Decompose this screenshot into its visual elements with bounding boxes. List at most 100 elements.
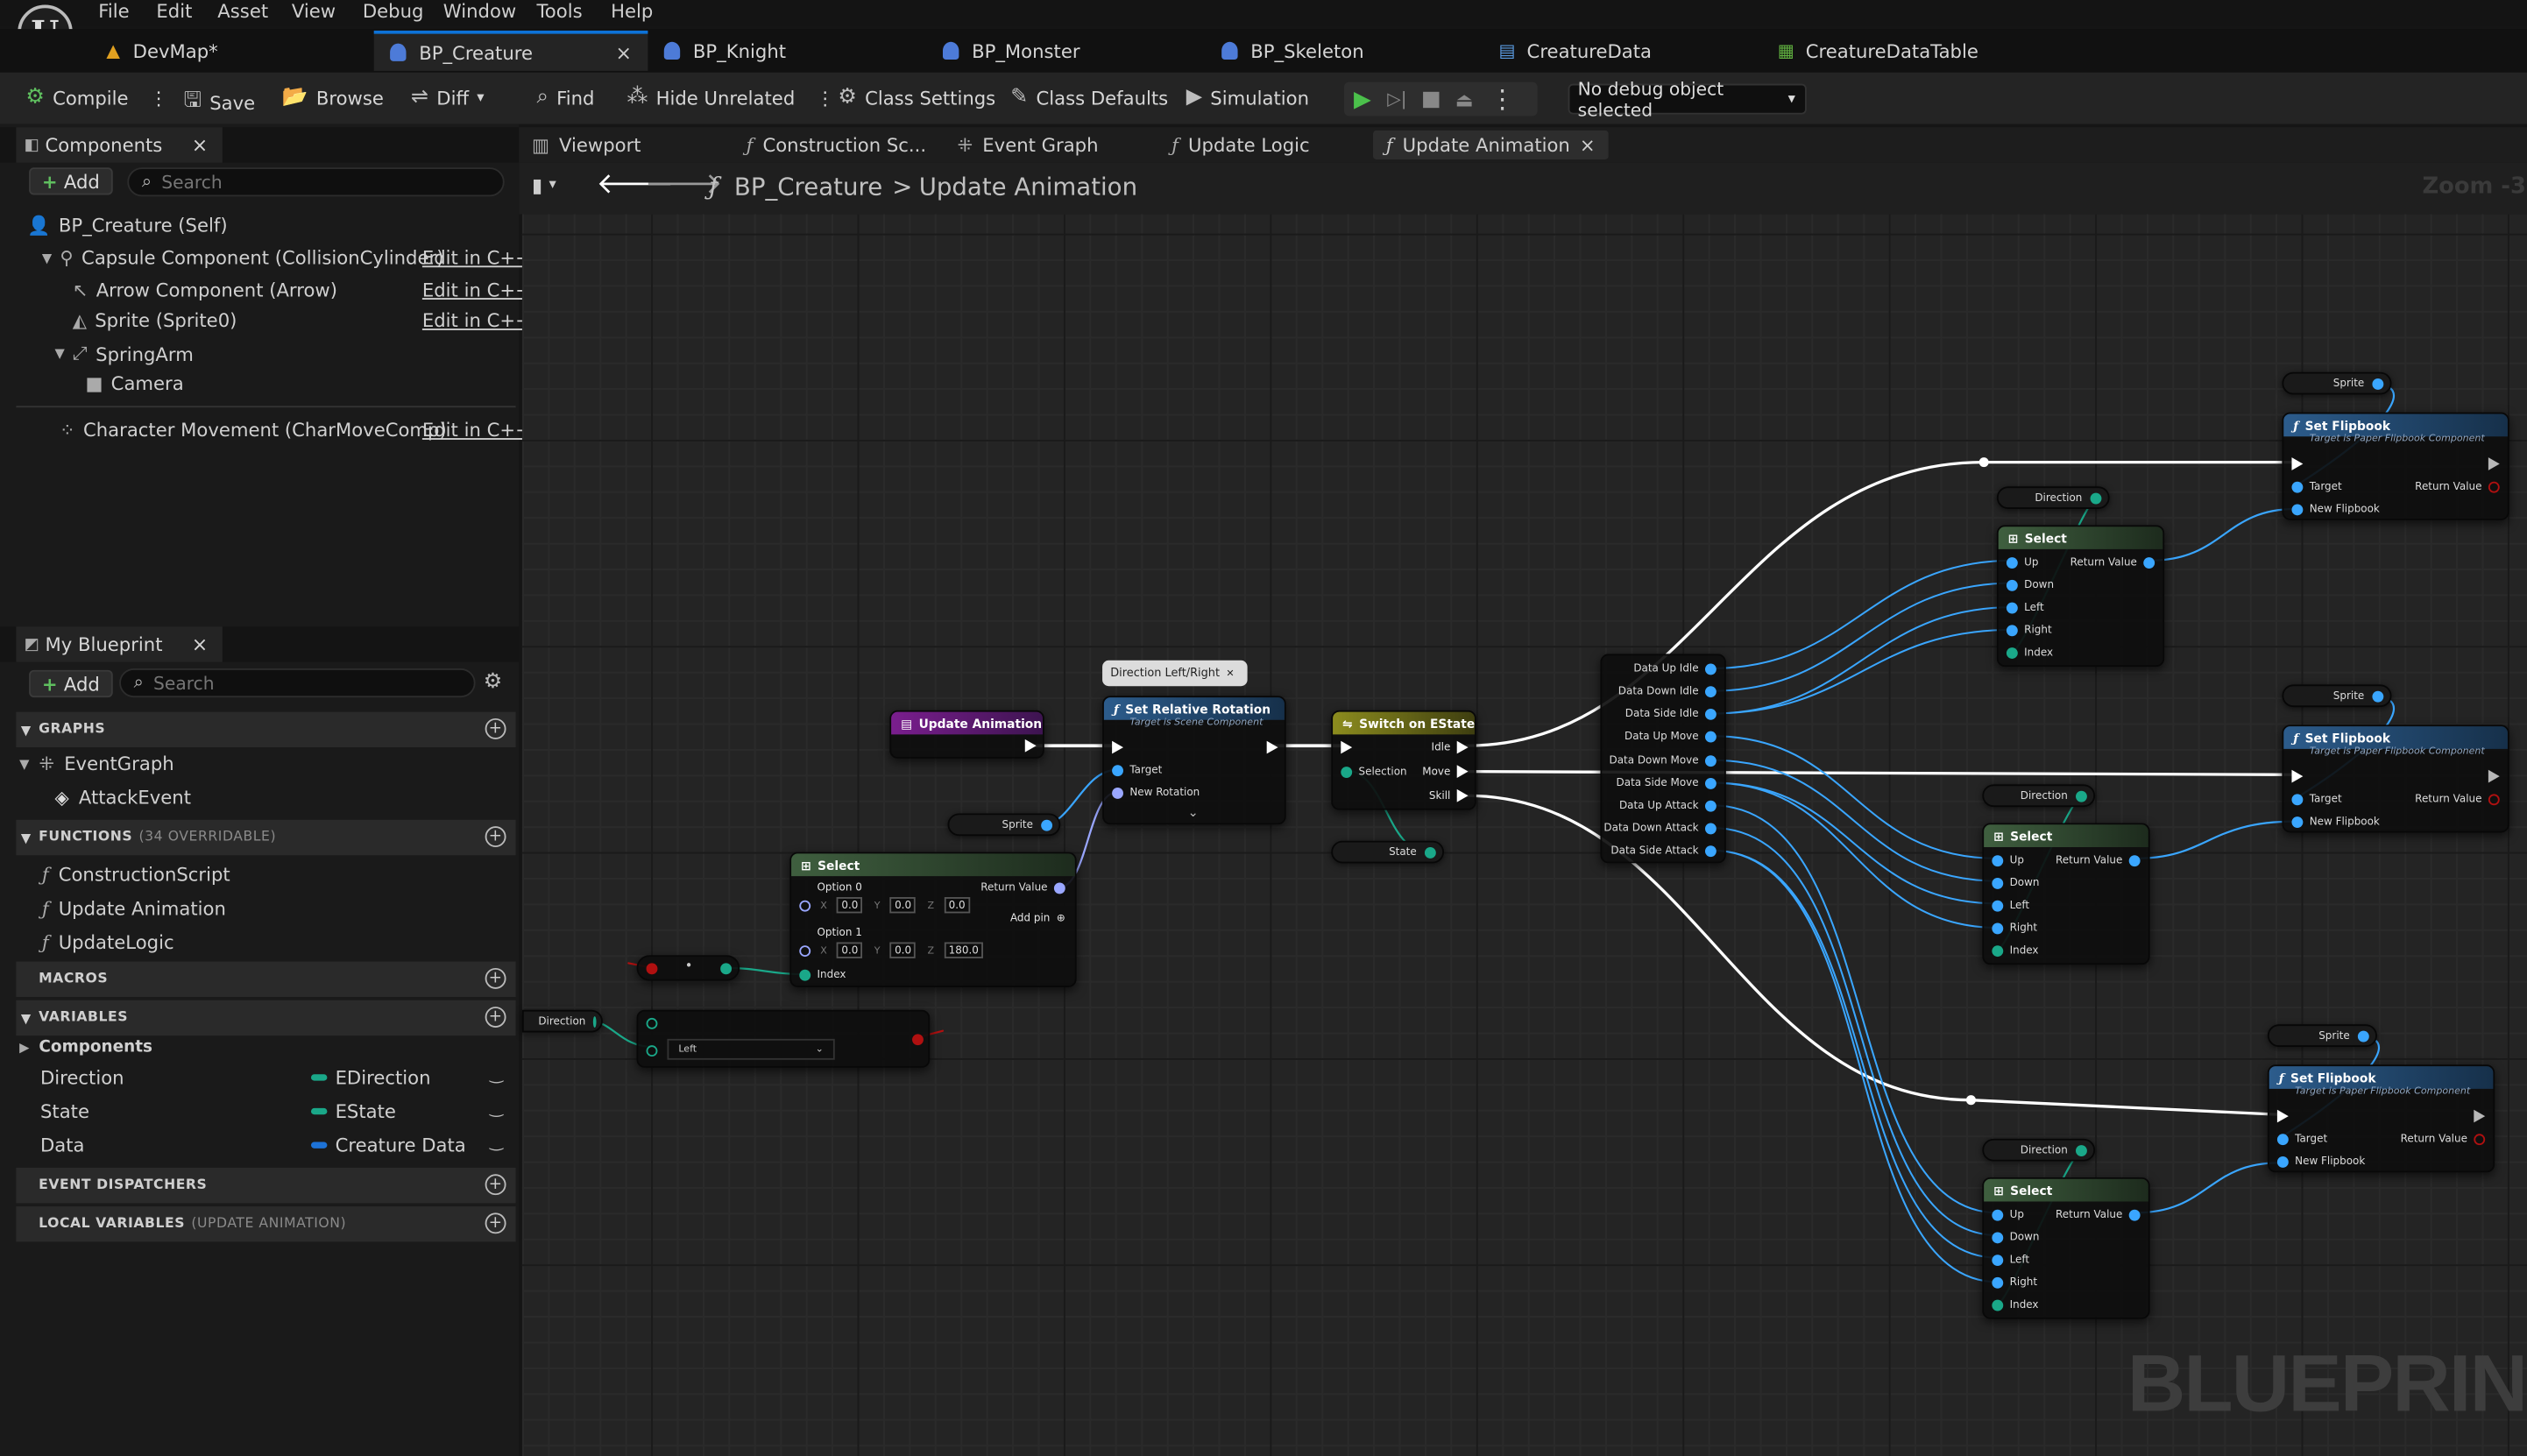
chevron-right-icon[interactable]: ▶ — [19, 1041, 29, 1056]
graph-event-graph[interactable]: ▼ ⁜ EventGraph — [19, 753, 174, 775]
more-options-icon[interactable]: ⋮ — [150, 86, 168, 109]
variables-section-header[interactable]: ▼ VARIABLES + — [16, 1000, 516, 1036]
variable-data[interactable]: Data — [40, 1134, 85, 1156]
variable-get-direction[interactable]: Direction — [1982, 1138, 2096, 1162]
node-equal-direction[interactable]: Left ⌄ — [636, 1009, 931, 1068]
option1-pin[interactable]: X 0.0 Y 0.0 Z 180.0 — [799, 942, 985, 958]
break-pin[interactable]: Data Side Attack — [1610, 844, 1717, 857]
gear-icon[interactable]: ⚙ — [484, 670, 502, 695]
chevron-down-icon[interactable]: ▼ — [55, 346, 65, 361]
compile-button[interactable]: ⚙ Compile ⋮ — [25, 85, 167, 110]
menu-tools[interactable]: Tools — [536, 0, 582, 23]
tab-creature-data[interactable]: ▤ CreatureData — [1499, 31, 1652, 71]
more-options-icon[interactable]: ⋮ — [1490, 84, 1515, 115]
components-search-input[interactable] — [161, 171, 452, 193]
return-value-pin[interactable]: Return Value — [2056, 853, 2141, 866]
component-self[interactable]: 👤 BP_Creature (Self) — [27, 215, 227, 237]
return-value-pin[interactable]: Return Value — [2415, 480, 2500, 493]
exec-in-pin[interactable] — [1341, 740, 1353, 754]
enum-out-pin[interactable] — [720, 963, 733, 975]
enum-in-pin-b[interactable] — [646, 1045, 658, 1057]
return-value-pin[interactable]: Return Value — [2056, 1208, 2141, 1221]
variable-get-state[interactable]: State — [1331, 840, 1445, 864]
functions-section-header[interactable]: ▼ FUNCTIONS (34 OVERRIDABLE) + — [16, 819, 516, 856]
node-set-flipbook-skill[interactable]: ƒ Set Flipbook Target is Paper Flipbook C… — [2267, 1064, 2495, 1173]
tab-bp-monster[interactable]: BP_Monster — [942, 31, 1080, 71]
option0-pin[interactable]: X 0.0 Y 0.0 Z 0.0 — [799, 897, 972, 914]
close-icon[interactable]: × — [615, 41, 632, 64]
node-set-flipbook-move[interactable]: ƒ Set Flipbook Target is Paper Flipbook C… — [2282, 724, 2509, 833]
function-construction-script[interactable]: ƒ ConstructionScript — [42, 863, 230, 886]
target-pin[interactable]: Target — [2291, 480, 2342, 493]
new-rotation-pin[interactable]: New Rotation — [1112, 786, 1200, 799]
return-value-pin[interactable]: Return Value — [2070, 555, 2155, 569]
node-update-animation-entry[interactable]: ▤ Update Animation — [889, 710, 1044, 759]
simulation-button[interactable]: ▶ Simulation — [1186, 85, 1309, 110]
variable-get-direction[interactable]: Direction — [521, 1009, 603, 1033]
option0-z-field[interactable]: 0.0 — [944, 897, 971, 914]
node-switch-on-estate[interactable]: ⇋ Switch on EState Idle Selection Move Sk… — [1331, 710, 1476, 810]
select-pin-down[interactable]: Down — [2006, 578, 2054, 591]
node-set-flipbook-idle[interactable]: ƒ Set Flipbook Target is Paper Flipbook C… — [2282, 412, 2509, 520]
target-pin[interactable]: Target — [2276, 1132, 2327, 1145]
components-tab[interactable]: ◧ Components × — [16, 127, 223, 163]
new-flipbook-pin[interactable]: New Flipbook — [2291, 815, 2380, 828]
node-select-rotation[interactable]: ⊞ Select Option 0 X 0.0 Y 0.0 Z 0.0 Return Val… — [789, 852, 1077, 988]
exec-out-pin[interactable] — [1266, 740, 1278, 754]
variable-get-direction[interactable]: Direction — [1996, 486, 2110, 509]
exec-out-pin[interactable] — [2488, 769, 2500, 783]
comment-bubble[interactable]: Direction Left/Right ✕ — [1102, 660, 1248, 687]
menu-view[interactable]: View — [292, 0, 336, 23]
break-pin[interactable]: Data Up Attack — [1619, 799, 1717, 812]
function-update-animation[interactable]: ƒ Update Animation — [42, 897, 226, 920]
menu-help[interactable]: Help — [611, 0, 653, 23]
component-character-movement[interactable]: ⁘ Character Movement (CharMoveComp) — [60, 419, 447, 442]
tab-bp-creature[interactable]: BP_Creature × — [373, 30, 648, 71]
add-variable-icon[interactable]: + — [485, 1007, 506, 1028]
node-break-creature-data[interactable]: Data Up Idle Data Down Idle Data Side Id… — [1600, 654, 1726, 864]
hide-unrelated-button[interactable]: ⁂ Hide Unrelated ⋮ — [626, 85, 834, 110]
return-value-pin[interactable]: Return Value — [980, 881, 1065, 894]
chevron-down-icon[interactable]: ▼ — [42, 251, 52, 265]
add-function-icon[interactable]: + — [485, 826, 506, 848]
variable-type[interactable]: EDirection — [310, 1066, 430, 1089]
select-pin-left[interactable]: Left — [1992, 1253, 2029, 1266]
break-pin[interactable]: Data Side Idle — [1625, 707, 1717, 720]
variable-get-sprite[interactable]: Sprite — [2282, 371, 2392, 395]
blueprint-graph-canvas[interactable] — [521, 214, 2527, 1456]
exec-out-pin[interactable] — [2488, 457, 2500, 470]
variable-direction[interactable]: Direction — [40, 1066, 124, 1089]
node-select-move-flipbook[interactable]: ⊞ Select Up Return Value Down Left Right … — [1982, 823, 2150, 965]
break-pin[interactable]: Data Up Move — [1624, 730, 1717, 743]
node-select-attack-flipbook[interactable]: ⊞ Select Up Return Value Down Left Right … — [1982, 1177, 2150, 1319]
close-icon[interactable]: × — [1580, 134, 1596, 157]
event-attack[interactable]: ◈ AttackEvent — [55, 786, 191, 809]
component-springarm[interactable]: ▼ ⤢ SpringArm — [55, 342, 194, 366]
browse-button[interactable]: 📂 Browse — [282, 85, 384, 110]
select-pin-right[interactable]: Right — [1992, 1276, 2037, 1289]
node-select-idle-flipbook[interactable]: ⊞ Select Up Return Value Down Left Right … — [1996, 525, 2165, 668]
visibility-eye-icon[interactable]: ‿ — [490, 1134, 503, 1151]
tab-bp-knight[interactable]: BP_Knight — [663, 31, 786, 71]
target-pin[interactable]: Target — [1112, 763, 1162, 776]
exec-in-pin[interactable] — [2276, 1109, 2289, 1123]
break-pin[interactable]: Data Up Idle — [1633, 662, 1717, 675]
variable-type[interactable]: Creature Data — [310, 1134, 466, 1156]
close-icon[interactable]: × — [192, 633, 209, 656]
select-pin-index[interactable]: Index — [1992, 944, 2039, 957]
variable-type[interactable]: EState — [310, 1100, 396, 1122]
select-pin-right[interactable]: Right — [2006, 623, 2052, 636]
menu-file[interactable]: File — [98, 0, 129, 23]
tab-creature-datatable[interactable]: ▦ CreatureDataTable — [1778, 31, 1978, 71]
variable-state[interactable]: State — [40, 1100, 89, 1123]
visibility-eye-icon[interactable]: ‿ — [490, 1100, 503, 1118]
exec-in-pin[interactable] — [2291, 457, 2304, 470]
add-graph-icon[interactable]: + — [485, 717, 506, 739]
break-pin[interactable]: Data Down Idle — [1618, 684, 1717, 697]
new-flipbook-pin[interactable]: New Flipbook — [2276, 1155, 2365, 1168]
my-blueprint-tab[interactable]: ◩ My Blueprint × — [16, 626, 223, 662]
select-pin-left[interactable]: Left — [2006, 601, 2044, 613]
macros-section-header[interactable]: MACROS + — [16, 961, 516, 998]
close-icon[interactable]: × — [192, 134, 209, 157]
tab-devmap[interactable]: ▲ DevMap* — [106, 31, 371, 71]
